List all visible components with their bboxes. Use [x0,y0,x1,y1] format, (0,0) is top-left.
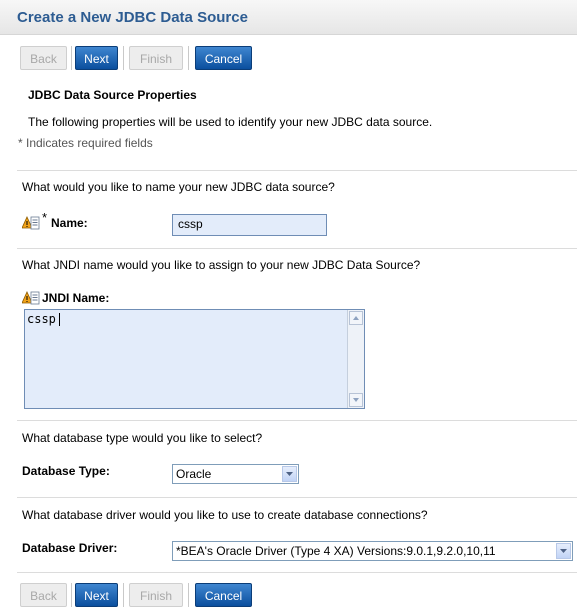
page-header: Create a New JDBC Data Source [0,0,577,35]
db-driver-label: Database Driver: [22,541,118,555]
button-divider [71,46,72,70]
warning-info-icon [22,216,40,230]
dropdown-arrow[interactable] [282,466,297,482]
name-question: What would you like to name your new JDB… [22,180,335,194]
db-type-question: What database type would you like to sel… [22,431,263,445]
scroll-up-button[interactable] [349,311,363,325]
db-driver-select[interactable]: *BEA's Oracle Driver (Type 4 XA) Version… [172,541,573,561]
section-heading: JDBC Data Source Properties [28,88,197,102]
db-driver-question: What database driver would you like to u… [22,508,428,522]
chevron-down-icon [353,398,359,402]
finish-button[interactable]: Finish [129,583,183,607]
chevron-up-icon [353,316,359,320]
chevron-down-icon [286,472,293,476]
divider [17,497,577,498]
required-note: * Indicates required fields [18,136,153,150]
scroll-down-button[interactable] [349,393,363,407]
required-asterisk: * [42,210,48,225]
back-button[interactable]: Back [20,583,67,607]
button-divider [188,583,189,607]
cancel-button[interactable]: Cancel [195,46,252,70]
cancel-button[interactable]: Cancel [195,583,252,607]
jndi-label: JNDI Name: [42,291,110,305]
button-divider [188,46,189,70]
warning-info-icon [22,291,40,305]
db-type-select[interactable]: Oracle [172,464,299,484]
divider [17,572,577,573]
finish-button[interactable]: Finish [129,46,183,70]
divider [17,170,577,171]
name-input[interactable]: cssp [172,214,327,236]
divider [17,420,577,421]
divider [17,248,577,249]
textarea-scrollbar[interactable] [347,310,364,408]
next-button[interactable]: Next [75,583,118,607]
chevron-down-icon [560,549,567,553]
jndi-textarea[interactable]: cssp [24,309,365,409]
next-button[interactable]: Next [75,46,118,70]
db-driver-value: *BEA's Oracle Driver (Type 4 XA) Version… [176,544,496,558]
dropdown-arrow[interactable] [556,543,571,559]
button-divider [71,583,72,607]
button-divider [123,46,124,70]
name-label: Name: [51,216,88,230]
db-type-label: Database Type: [22,464,110,478]
section-description: The following properties will be used to… [28,115,433,129]
back-button[interactable]: Back [20,46,67,70]
jndi-question: What JNDI name would you like to assign … [22,258,421,272]
text-caret [59,313,60,326]
jndi-value: cssp [27,312,56,326]
page-title: Create a New JDBC Data Source [17,9,248,26]
button-divider [123,583,124,607]
db-type-value: Oracle [176,467,212,481]
